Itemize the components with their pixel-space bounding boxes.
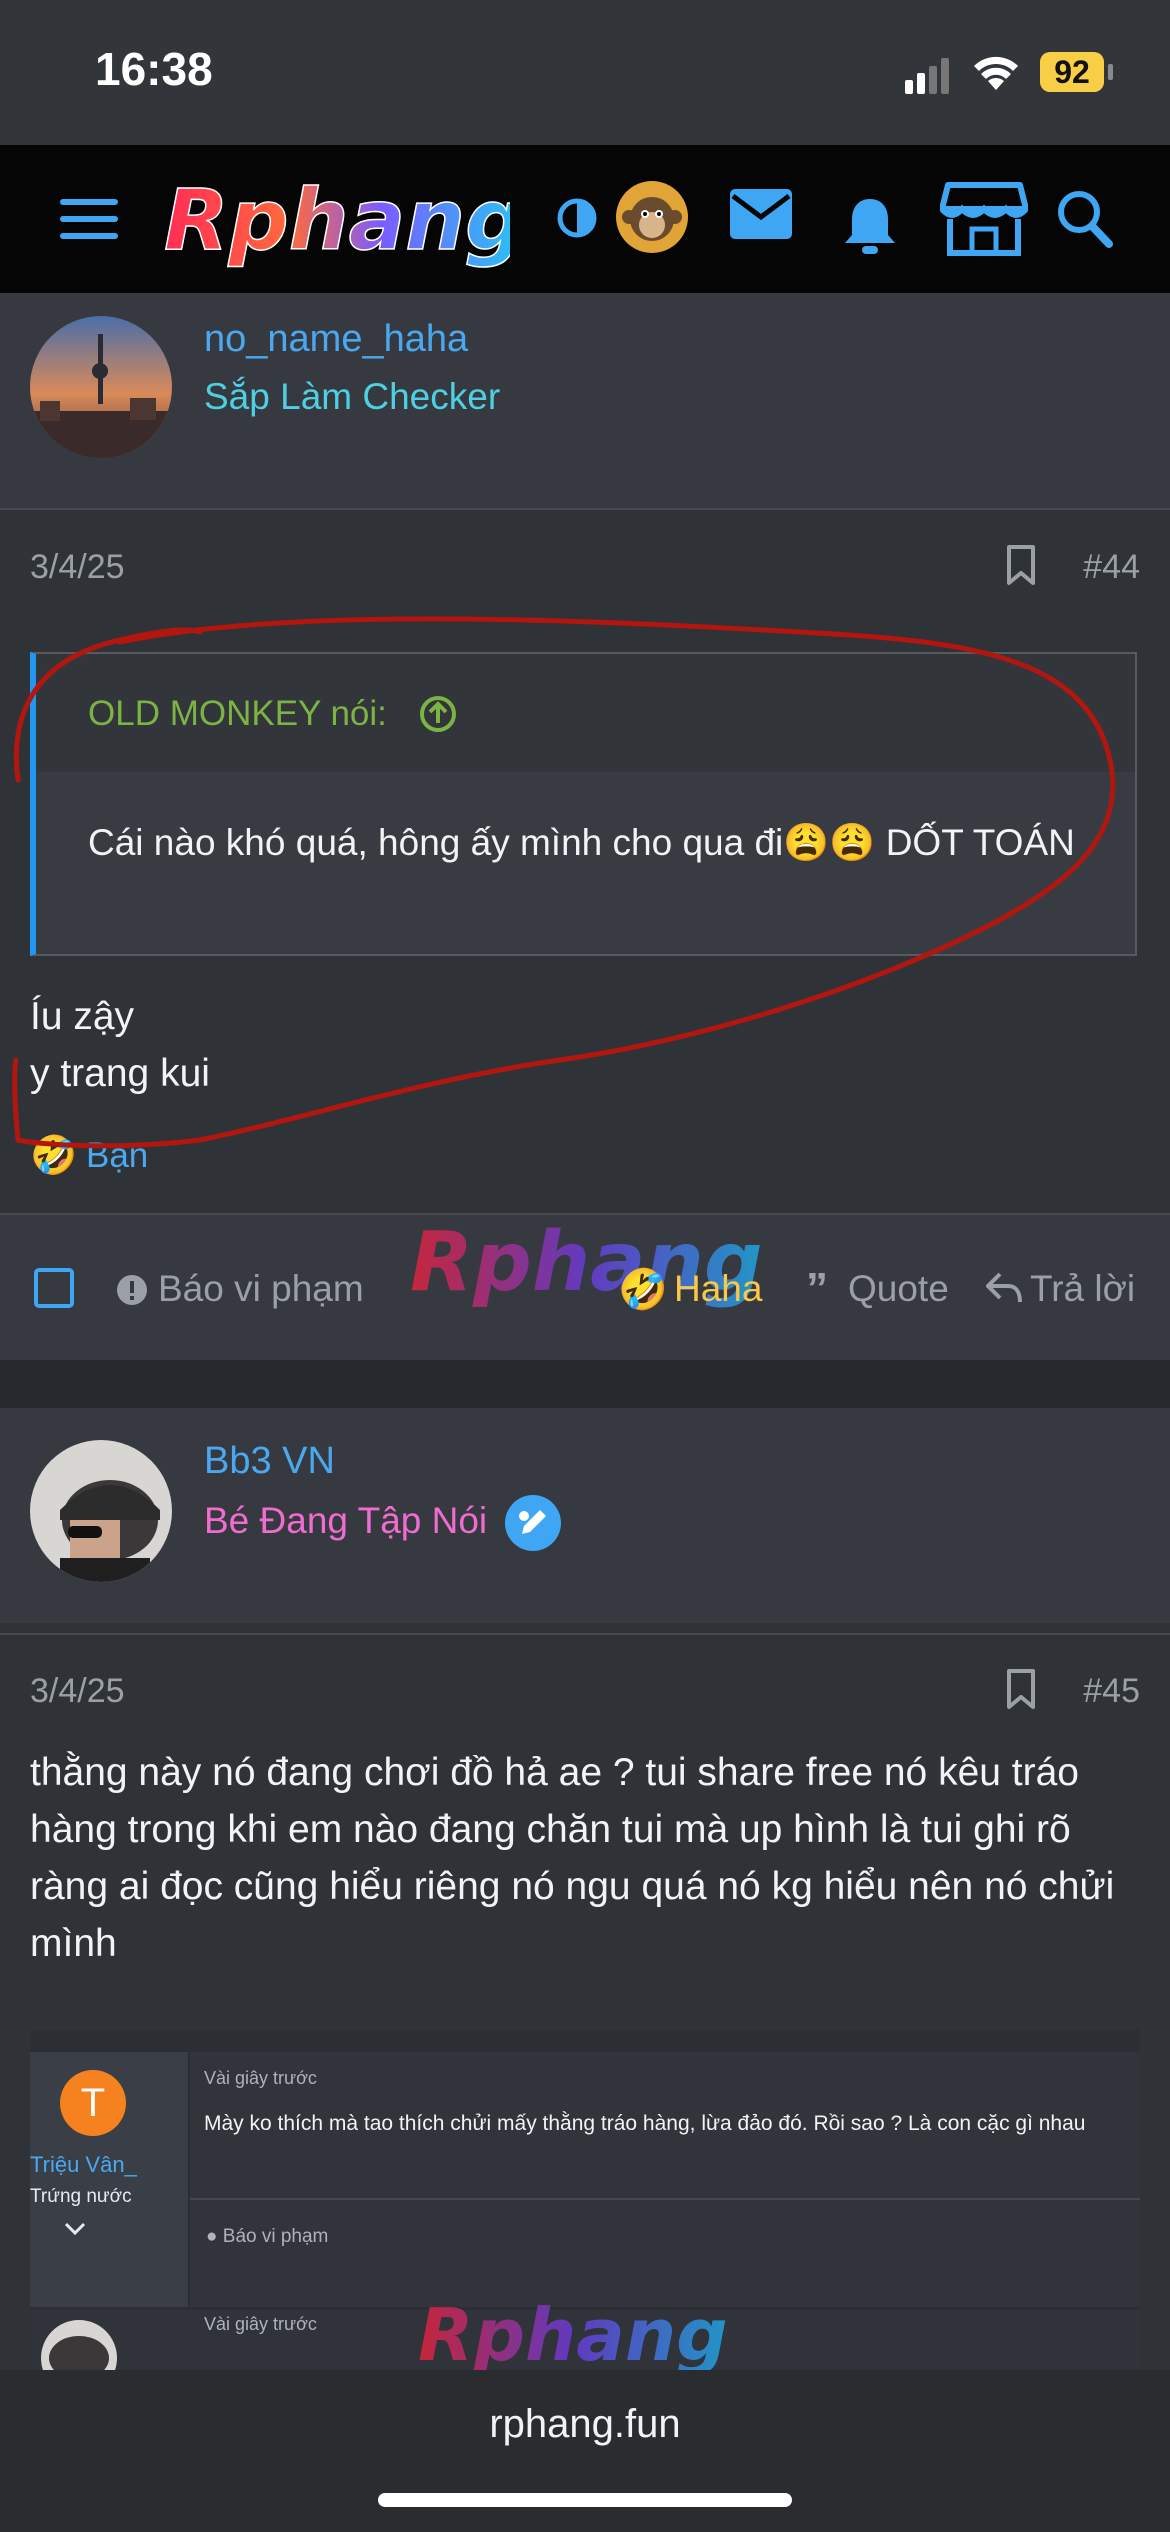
embed-watermark: Rphang xyxy=(418,2293,728,2370)
embed-divider xyxy=(190,2198,1140,2200)
user-avatar[interactable] xyxy=(616,181,688,253)
post-44-header xyxy=(0,293,1170,508)
post-44-avatar[interactable] xyxy=(30,316,172,458)
bookmark-icon[interactable] xyxy=(1006,1668,1036,1710)
report-button[interactable]: Báo vi phạm xyxy=(158,1268,364,1310)
bookmark-icon[interactable] xyxy=(1006,544,1036,586)
menu-icon[interactable] xyxy=(60,197,118,241)
embed-message: Mày ko thích mà tao thích chửi mấy thằng… xyxy=(204,2112,1086,2135)
reply-icon xyxy=(986,1272,1022,1303)
logo-text: Rphang xyxy=(164,173,510,269)
embed-author-title: Trứng nước xyxy=(30,2186,132,2207)
post-44-username[interactable]: no_name_haha xyxy=(204,318,468,361)
browser-bottom-bar xyxy=(0,2370,1170,2532)
embed-avatar-2 xyxy=(41,2320,117,2370)
mail-icon[interactable] xyxy=(728,187,794,243)
post-44-number[interactable]: #44 xyxy=(1083,548,1140,587)
post-44-user-title: Sắp Làm Checker xyxy=(204,376,501,417)
post-45-avatar[interactable] xyxy=(30,1440,172,1582)
embed-time-2: Vài giây trước xyxy=(204,2314,317,2334)
select-post-checkbox[interactable] xyxy=(34,1268,74,1308)
wifi-icon xyxy=(974,56,1018,90)
post-45-username[interactable]: Bb3 VN xyxy=(204,1440,335,1483)
status-time: 16:38 xyxy=(95,43,213,95)
helmet-person-image xyxy=(30,1440,172,1582)
post-45-embedded-screenshot[interactable]: T Triệu Vân_ Trứng nước Vài giây trước M… xyxy=(30,2030,1140,2370)
post-45-header xyxy=(0,1408,1170,1623)
battery-indicator: 92 xyxy=(1040,52,1104,92)
verified-pencil-icon xyxy=(505,1495,561,1551)
embed-author: Triệu Vân_ xyxy=(30,2152,137,2177)
post-44-divider xyxy=(0,508,1170,510)
store-icon[interactable] xyxy=(940,181,1028,257)
top-nav: Rphang 213 xyxy=(0,145,1170,352)
chevron-down-icon xyxy=(64,2222,86,2236)
quote-button[interactable]: Quote xyxy=(848,1268,949,1310)
post-45-date[interactable]: 3/4/25 xyxy=(30,1672,125,1711)
embed-report: ● Báo vi phạm xyxy=(206,2226,329,2247)
post-45-text: thằng này nó đang chơi đồ hả ae ? tui sh… xyxy=(30,1751,1115,1965)
home-indicator[interactable] xyxy=(378,2493,792,2507)
post-45-divider xyxy=(0,1633,1170,1635)
status-bar: 16:38 92 xyxy=(0,0,1170,145)
cellular-signal-icon xyxy=(905,58,949,94)
quote-icon: ” xyxy=(806,1264,828,1313)
bell-icon[interactable] xyxy=(840,191,900,257)
embed-time: Vài giây trước xyxy=(204,2068,317,2088)
embed-avatar-letter: T xyxy=(60,2070,126,2136)
red-scribble-annotation xyxy=(12,616,1116,1149)
post-45-user-title: Bé Đang Tập Nói xyxy=(204,1500,488,1541)
embed-report-label: Báo vi phạm xyxy=(222,2226,329,2247)
post-44-date[interactable]: 3/4/25 xyxy=(30,548,125,587)
browser-url[interactable]: rphang.fun xyxy=(0,2402,1170,2447)
city-tower-image xyxy=(30,316,172,458)
search-icon[interactable] xyxy=(1056,189,1114,249)
haha-reaction-button[interactable]: Haha xyxy=(674,1268,762,1310)
post-45-number[interactable]: #45 xyxy=(1083,1672,1140,1711)
site-logo[interactable]: Rphang xyxy=(160,173,510,273)
theme-toggle-icon[interactable] xyxy=(556,197,598,239)
embed-watermark-text: Rphang xyxy=(418,2293,728,2370)
post-separator xyxy=(0,1360,1170,1408)
report-icon xyxy=(117,1275,147,1305)
reply-button[interactable]: Trả lời xyxy=(1030,1268,1135,1310)
battery-tip xyxy=(1108,64,1113,80)
embed-main xyxy=(190,2052,1140,2307)
haha-emoji-icon: 🤣 xyxy=(618,1268,668,1312)
